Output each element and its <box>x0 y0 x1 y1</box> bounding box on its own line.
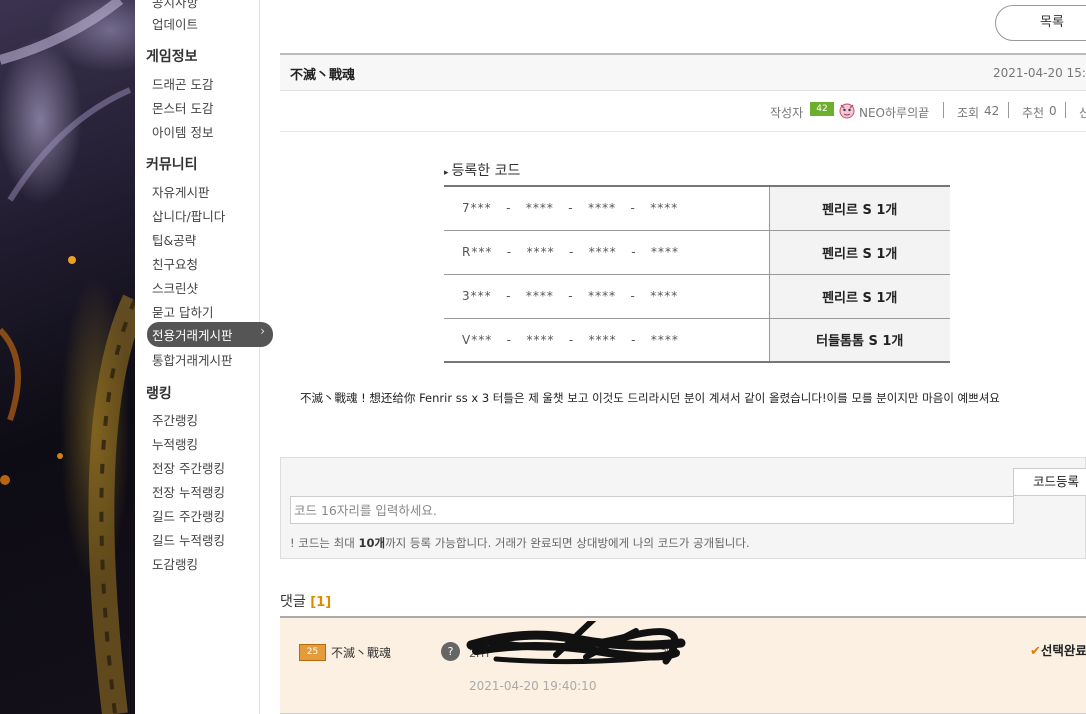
author-avatar-icon <box>839 103 855 119</box>
code-input[interactable] <box>290 496 1014 524</box>
registered-codes-title: ▸ 등록한 코드 <box>444 160 520 180</box>
table-row: 7*** - **** - **** - **** 펜리르 S 1개 <box>444 186 950 231</box>
sidebar-item-exclusive-trade[interactable]: 전용거래게시판 › <box>147 322 273 347</box>
sidebar-item-guild-total[interactable]: 길드 누적랭킹 <box>152 530 225 549</box>
sidebar-item-tips[interactable]: 팁&공략 <box>152 230 196 249</box>
sidebar-item-item-info[interactable]: 아이템 정보 <box>152 122 213 141</box>
commenter-name[interactable]: 不滅丶戰魂 <box>331 644 391 661</box>
meta-divider <box>1065 102 1066 118</box>
sidebar-item-total-ranking[interactable]: 누적랭킹 <box>152 434 198 453</box>
code-register-box: 코드등록 ! 코드는 최대 10개까지 등록 가능합니다. 거래가 완료되면 상… <box>280 457 1086 559</box>
sidebar-item-dragon-guide[interactable]: 드래곤 도감 <box>152 74 213 93</box>
sidebar-item-guild-weekly[interactable]: 길드 주간랭킹 <box>152 506 225 525</box>
post-title-bar: 不滅丶戰魂 2021-04-20 15:30 <box>280 53 1086 91</box>
code-item: 펜리르 S 1개 <box>768 274 950 319</box>
views-label: 조회 <box>957 106 980 120</box>
code-register-button[interactable]: 코드등록 <box>1013 468 1086 496</box>
sidebar-item-free-board[interactable]: 자유게시판 <box>152 182 210 201</box>
sidebar-item-notice[interactable]: 공지사항 <box>152 0 198 11</box>
sidebar-item-collection-ranking[interactable]: 도감랭킹 <box>152 554 198 573</box>
sidebar-item-monster-guide[interactable]: 몬스터 도감 <box>152 98 213 117</box>
sidebar-section-ranking: 랭킹 <box>146 386 172 402</box>
comments-label: 댓글 <box>280 594 306 610</box>
comment-item: 25 不滅丶戰魂 ? 2HY 개 2021-04-20 19:40:10 ✔선택완… <box>280 616 1086 714</box>
post-date: 2021-04-20 15:30 <box>993 66 1086 80</box>
comments-count: [1] <box>310 595 332 610</box>
views-count: 42 <box>984 104 1000 118</box>
post-meta: 작성자 42 NEO하루의끝 조회 42 추천 0 신 <box>280 92 1086 132</box>
sidebar-item-battle-weekly[interactable]: 전장 주간랭킹 <box>152 458 225 477</box>
code-value: 3*** - **** - **** - **** <box>444 274 769 319</box>
author-label: 작성자 <box>770 106 804 120</box>
author-name[interactable]: NEO하루의끝 <box>859 104 929 121</box>
background-art <box>0 0 135 714</box>
recommend-count: 0 <box>1049 104 1057 118</box>
sidebar-item-qna[interactable]: 묻고 답하기 <box>152 302 213 321</box>
code-item: 터들톰톰 S 1개 <box>768 318 950 362</box>
code-item: 펜리르 S 1개 <box>768 186 950 231</box>
author-level-badge: 42 <box>810 102 834 116</box>
meta-divider <box>943 102 944 118</box>
list-button[interactable]: 목록 <box>995 5 1086 41</box>
sidebar-section-community: 커뮤니티 <box>146 157 198 173</box>
table-row: 3*** - **** - **** - **** 펜리르 S 1개 <box>444 274 950 319</box>
sidebar-item-friend-request[interactable]: 친구요청 <box>152 254 198 273</box>
post-title: 不滅丶戰魂 <box>290 68 356 83</box>
code-value: R*** - **** - **** - **** <box>444 230 769 275</box>
check-icon: ✔ <box>1030 644 1041 659</box>
recommend-label: 추천 <box>1022 106 1045 120</box>
commenter-level-badge: 25 <box>299 644 326 661</box>
comment-date: 2021-04-20 19:40:10 <box>469 679 597 693</box>
sidebar-section-game-info: 게임정보 <box>146 49 198 65</box>
sidebar-item-buy-sell[interactable]: 삽니다/팝니다 <box>152 206 225 225</box>
code-item: 펜리르 S 1개 <box>768 230 950 275</box>
post-view: 목록 不滅丶戰魂 2021-04-20 15:30 작성자 42 NEO하루의끝… <box>280 0 1086 714</box>
sidebar-item-label: 전용거래게시판 <box>152 328 233 343</box>
selection-status: ✔선택완료 <box>1030 643 1086 659</box>
sidebar-item-weekly-ranking[interactable]: 주간랭킹 <box>152 410 198 429</box>
comments-title: 댓글 [1] <box>280 591 331 611</box>
sidebar-item-screenshot[interactable]: 스크린샷 <box>152 278 198 297</box>
table-row: R*** - **** - **** - **** 펜리르 S 1개 <box>444 230 950 275</box>
code-value: 7*** - **** - **** - **** <box>444 186 769 231</box>
chevron-right-icon: › <box>260 324 265 338</box>
meta-divider <box>1008 102 1009 118</box>
post-body: 不滅丶戰魂 ! 想还给你 Fenrir ss x 3 터틀은 제 울챗 보고 이… <box>300 391 1000 405</box>
redaction-scribble <box>466 621 686 665</box>
sidebar-item-battle-total[interactable]: 전장 누적랭킹 <box>152 482 225 501</box>
sidebar-item-update[interactable]: 업데이트 <box>152 14 198 33</box>
sidebar-nav: 공지사항 업데이트 게임정보 드래곤 도감 몬스터 도감 아이템 정보 커뮤니티… <box>135 0 273 714</box>
sidebar-item-integrated-trade[interactable]: 통합거래게시판 <box>152 350 233 369</box>
question-icon[interactable]: ? <box>441 642 460 661</box>
registered-codes-label: 등록한 코드 <box>451 163 521 179</box>
code-value: V*** - **** - **** - **** <box>462 332 679 347</box>
registered-codes-table: 7*** - **** - **** - **** 펜리르 S 1개 R*** … <box>444 185 950 363</box>
caret-right-icon: ▸ <box>444 168 449 178</box>
register-note: ! 코드는 최대 10개까지 등록 가능합니다. 거래가 완료되면 상대방에게 … <box>290 536 750 550</box>
table-row: V*** - **** - **** - **** 터들톰톰 S 1개 <box>444 318 950 362</box>
report-link[interactable]: 신 <box>1079 104 1086 121</box>
